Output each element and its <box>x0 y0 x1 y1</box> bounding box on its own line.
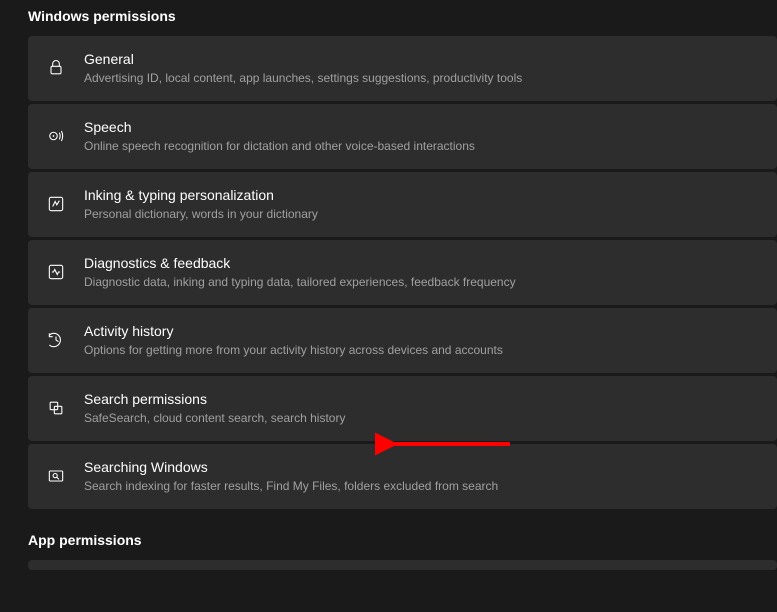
settings-item-activity-history[interactable]: Activity history Options for getting mor… <box>28 308 777 373</box>
item-subtitle: Search indexing for faster results, Find… <box>84 478 761 495</box>
settings-item-search-permissions[interactable]: Search permissions SafeSearch, cloud con… <box>28 376 777 441</box>
item-subtitle: Advertising ID, local content, app launc… <box>84 70 761 87</box>
app-permissions-header: App permissions <box>0 512 777 560</box>
speech-icon <box>44 124 68 148</box>
windows-permissions-header: Windows permissions <box>0 0 777 36</box>
diagnostics-icon <box>44 260 68 284</box>
item-title: General <box>84 50 761 68</box>
item-subtitle: SafeSearch, cloud content search, search… <box>84 410 761 427</box>
item-title: Activity history <box>84 322 761 340</box>
searching-windows-icon <box>44 464 68 488</box>
item-text: General Advertising ID, local content, a… <box>84 50 761 87</box>
item-subtitle: Personal dictionary, words in your dicti… <box>84 206 761 223</box>
settings-item-inking[interactable]: Inking & typing personalization Personal… <box>28 172 777 237</box>
item-text: Speech Online speech recognition for dic… <box>84 118 761 155</box>
item-subtitle: Online speech recognition for dictation … <box>84 138 761 155</box>
item-title: Speech <box>84 118 761 136</box>
settings-item-speech[interactable]: Speech Online speech recognition for dic… <box>28 104 777 169</box>
activity-history-icon <box>44 328 68 352</box>
item-title: Search permissions <box>84 390 761 408</box>
app-permissions-list <box>0 560 777 570</box>
item-title: Searching Windows <box>84 458 761 476</box>
search-permissions-icon <box>44 396 68 420</box>
item-text: Searching Windows Search indexing for fa… <box>84 458 761 495</box>
item-text: Search permissions SafeSearch, cloud con… <box>84 390 761 427</box>
settings-item-searching-windows[interactable]: Searching Windows Search indexing for fa… <box>28 444 777 509</box>
lock-icon <box>44 56 68 80</box>
settings-item-diagnostics[interactable]: Diagnostics & feedback Diagnostic data, … <box>28 240 777 305</box>
settings-item-general[interactable]: General Advertising ID, local content, a… <box>28 36 777 101</box>
item-title: Inking & typing personalization <box>84 186 761 204</box>
item-subtitle: Options for getting more from your activ… <box>84 342 761 359</box>
item-text: Activity history Options for getting mor… <box>84 322 761 359</box>
windows-permissions-list: General Advertising ID, local content, a… <box>0 36 777 509</box>
placeholder-item <box>28 560 777 570</box>
inking-icon <box>44 192 68 216</box>
item-title: Diagnostics & feedback <box>84 254 761 272</box>
item-text: Inking & typing personalization Personal… <box>84 186 761 223</box>
item-subtitle: Diagnostic data, inking and typing data,… <box>84 274 761 291</box>
item-text: Diagnostics & feedback Diagnostic data, … <box>84 254 761 291</box>
